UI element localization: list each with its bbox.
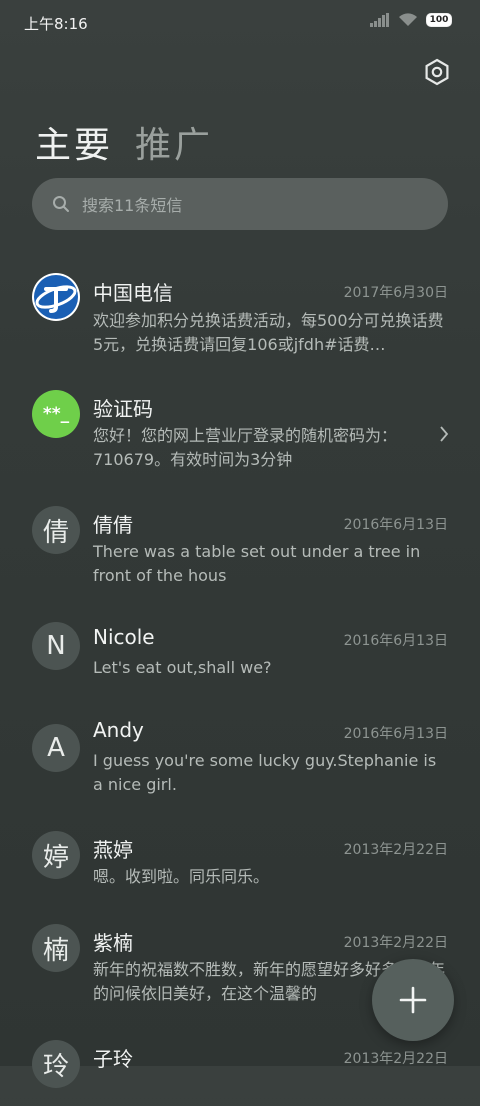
message-preview: Let's eat out,shall we? [93, 658, 272, 677]
settings-button[interactable] [423, 58, 451, 86]
contact-name: 中国电信 [93, 281, 173, 305]
status-time: 上午8:16 [24, 15, 88, 33]
message-preview: 您好！您的网上营业厅登录的随机密码为：710679。有效时间为3分钟 [93, 426, 398, 469]
china-telecom-logo-avatar [32, 273, 80, 321]
contact-avatar: A [32, 724, 80, 772]
conversation-row[interactable]: N Nicole 2016年6月13日 Let's eat out,shall … [0, 608, 480, 701]
contact-name: 倩倩 [93, 513, 133, 537]
tab-primary[interactable]: 主要 [35, 116, 113, 168]
contact-avatar: 倩 [32, 506, 80, 554]
contact-avatar: N [32, 622, 80, 670]
contact-name: 验证码 [93, 397, 153, 421]
contact-avatar: 婷 [32, 831, 80, 879]
conversation-row[interactable]: A Andy 2016年6月13日 I guess you're some lu… [0, 701, 480, 817]
message-date: 2016年6月13日 [343, 517, 448, 533]
search-input[interactable]: 搜索11条短信 [32, 178, 448, 230]
conversation-row[interactable]: **_ 验证码 您好！您的网上营业厅登录的随机密码为：710679。有效时间为3… [0, 376, 480, 492]
search-placeholder: 搜索11条短信 [82, 196, 183, 215]
plus-icon [399, 986, 427, 1014]
message-date: 2016年6月13日 [343, 633, 448, 649]
search-icon [53, 196, 69, 212]
signal-icon [370, 13, 389, 27]
wifi-icon [399, 13, 417, 26]
gear-icon [425, 58, 449, 86]
chevron-right-icon[interactable] [438, 424, 450, 444]
contact-avatar: 楠 [32, 924, 80, 972]
message-date: 2013年2月22日 [343, 1051, 448, 1067]
battery-icon: 100 [426, 13, 452, 27]
contact-name: Andy [93, 718, 144, 742]
message-preview: There was a table set out under a tree i… [93, 542, 421, 585]
contact-name: Nicole [93, 625, 155, 649]
contact-name: 紫楠 [93, 931, 133, 955]
telecom-logo-icon [34, 275, 78, 319]
tab-bar: 主要 推广 [35, 116, 213, 168]
verification-code-avatar: **_ [32, 390, 80, 438]
message-date: 2017年6月30日 [343, 285, 448, 301]
tab-promotions[interactable]: 推广 [135, 116, 213, 168]
contact-name: 燕婷 [93, 838, 133, 862]
contact-name: 子玲 [93, 1047, 133, 1071]
conversation-row[interactable]: 婷 燕婷 2013年2月22日 嗯。收到啦。同乐同乐。 [0, 817, 480, 910]
new-message-button[interactable] [372, 959, 454, 1041]
message-preview: 嗯。收到啦。同乐同乐。 [93, 867, 270, 886]
message-date: 2013年2月22日 [343, 842, 448, 858]
message-date: 2016年6月13日 [343, 726, 448, 742]
message-date: 2013年2月22日 [343, 935, 448, 951]
conversation-row[interactable]: 倩 倩倩 2016年6月13日 There was a table set ou… [0, 492, 480, 608]
message-preview: I guess you're some lucky guy.Stephanie … [93, 751, 437, 794]
message-preview: 欢迎参加积分兑换话费活动，每500分可兑换话费5元，兑换话费请回复106或jfd… [93, 311, 444, 354]
status-icons: 100 [370, 13, 452, 27]
contact-avatar: 玲 [32, 1040, 80, 1088]
conversation-row[interactable]: 中国电信 2017年6月30日 欢迎参加积分兑换话费活动，每500分可兑换话费5… [0, 260, 480, 376]
status-bar: 上午8:16 100 [0, 0, 480, 46]
